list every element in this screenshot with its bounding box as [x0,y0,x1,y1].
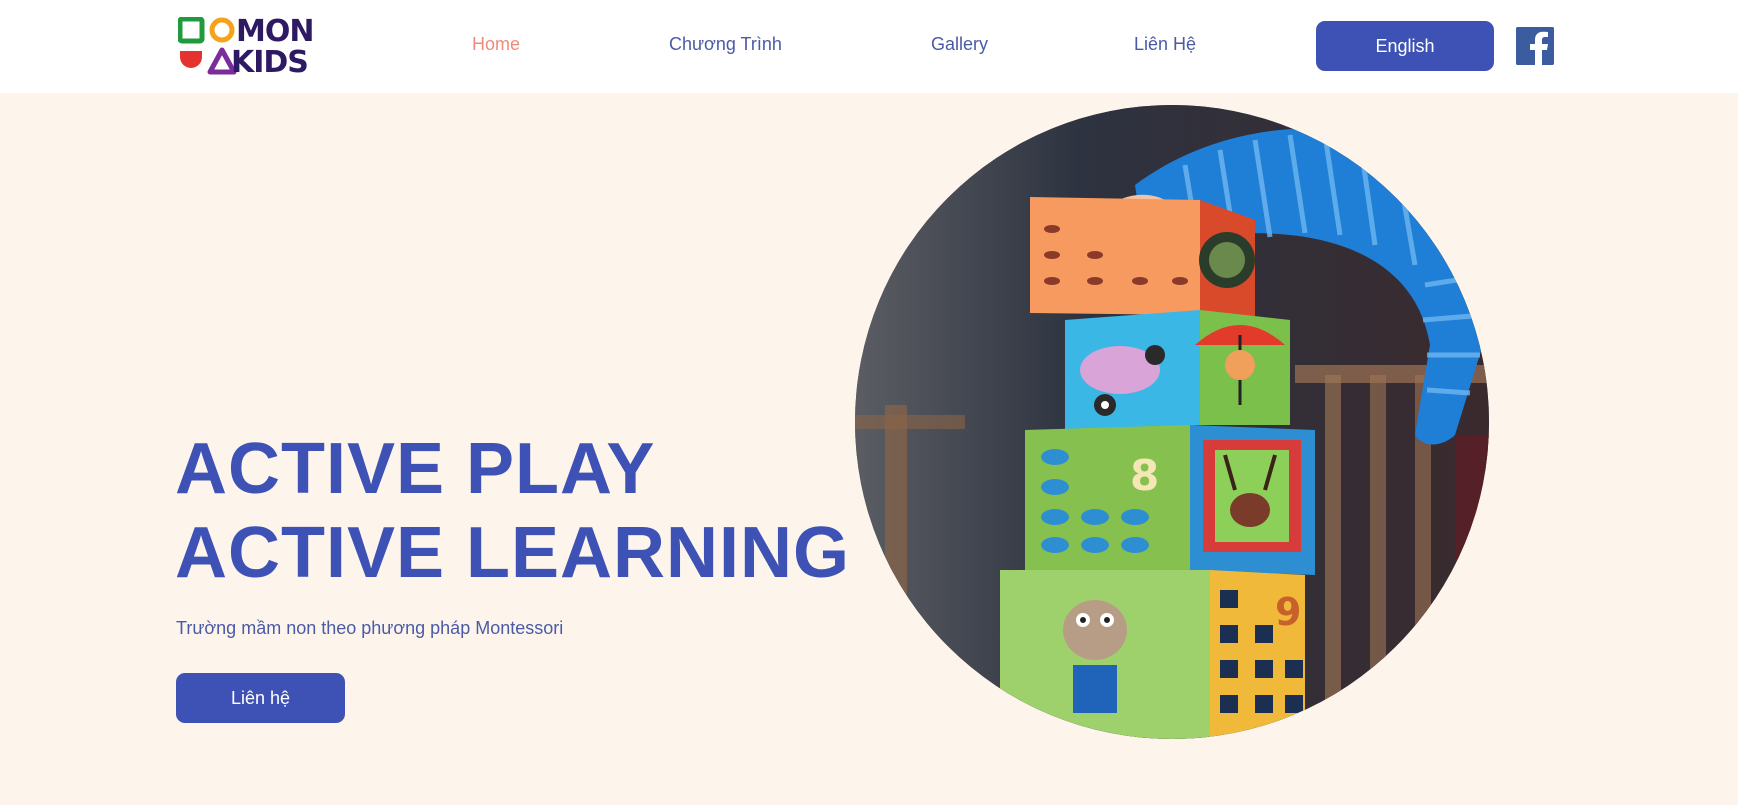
site-header: MON KIDS Home Chương Trình Gallery Liên … [0,0,1738,93]
logo-text-mon: MON [236,14,314,49]
nav-home[interactable]: Home [472,34,520,55]
language-button[interactable]: English [1316,21,1494,71]
nav-gallery[interactable]: Gallery [931,34,988,55]
contact-button[interactable]: Liên hệ [176,673,345,723]
logo-shapes-icon [178,17,237,75]
hero-image: 8 9 [855,105,1489,739]
hero-title-line2: ACTIVE LEARNING [175,513,851,593]
logo-text-kids: KIDS [231,45,309,80]
nav-lien-he[interactable]: Liên Hệ [1134,34,1196,55]
monkids-logo[interactable]: MON KIDS [178,17,328,79]
nav-chuong-trinh[interactable]: Chương Trình [669,34,782,55]
facebook-icon[interactable] [1516,27,1554,65]
hero-subtitle: Trường mầm non theo phương pháp Montesso… [176,618,564,638]
hero-title-line1: ACTIVE PLAY [175,429,656,509]
svg-text:8: 8 [1130,451,1159,500]
svg-text:9: 9 [1275,590,1301,634]
